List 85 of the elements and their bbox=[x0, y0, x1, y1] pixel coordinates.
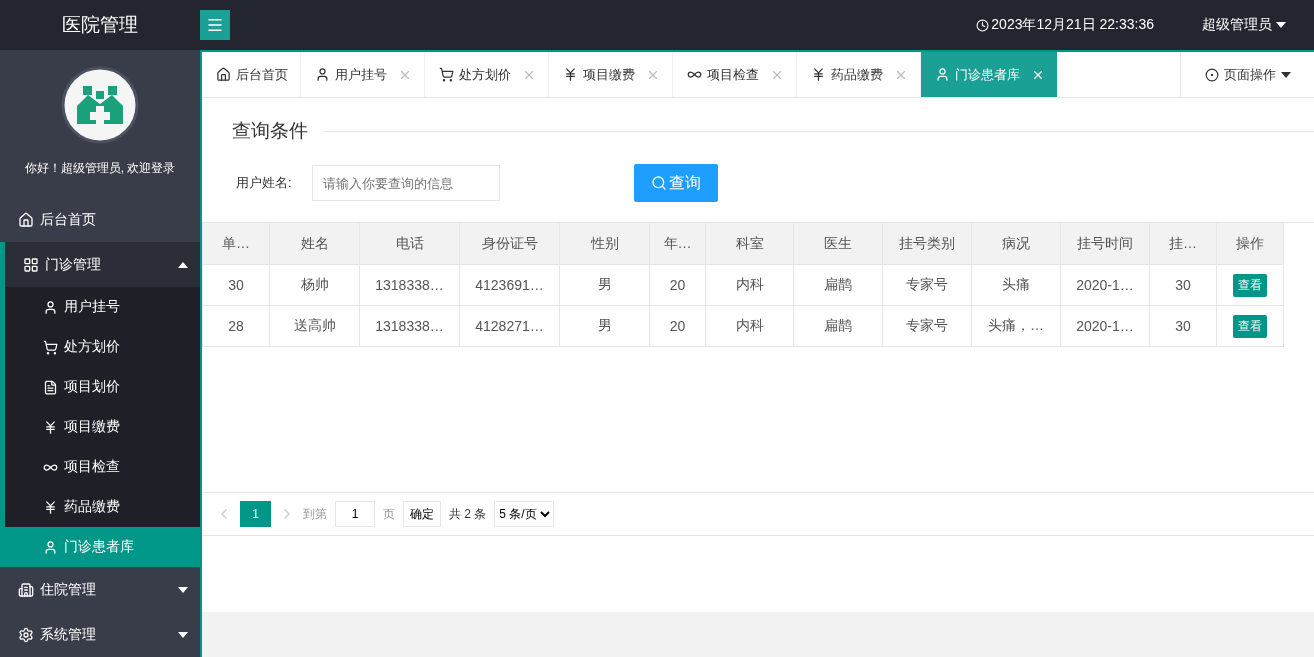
column-header: 挂号时间 bbox=[1060, 223, 1150, 265]
column-header: 挂… bbox=[1149, 223, 1217, 265]
menu-button[interactable] bbox=[200, 10, 230, 40]
cart-icon bbox=[439, 67, 454, 82]
table-cell: 内科 bbox=[705, 305, 794, 347]
user-icon bbox=[43, 539, 58, 555]
page-input[interactable]: 1 bbox=[335, 501, 375, 527]
user-menu[interactable]: 超级管理员 bbox=[1196, 15, 1292, 35]
table-cell: 30 bbox=[1149, 305, 1217, 347]
table-cell: 20 bbox=[649, 264, 706, 306]
yen-icon bbox=[563, 67, 578, 82]
table-cell: 头痛，… bbox=[971, 305, 1061, 347]
column-header: 姓名 bbox=[269, 223, 360, 265]
table-cell: 男 bbox=[559, 264, 650, 306]
clock-icon bbox=[976, 18, 990, 32]
datetime: 2023年12月21日 22:33:36 bbox=[976, 16, 1154, 34]
home-icon bbox=[18, 211, 34, 228]
column-header: 医生 bbox=[793, 223, 883, 265]
column-header: 科室 bbox=[705, 223, 794, 265]
table-cell: 扁鹊 bbox=[793, 305, 883, 347]
table-cell: 30 bbox=[1149, 264, 1217, 306]
column-header: 电话 bbox=[359, 223, 460, 265]
view-button[interactable]: 查看 bbox=[1233, 314, 1267, 338]
caret-icon bbox=[1276, 22, 1286, 28]
sidebar-item[interactable]: 后台首页 bbox=[0, 197, 200, 242]
cart-icon bbox=[43, 339, 58, 355]
column-header: 年… bbox=[649, 223, 706, 265]
table-cell: 1318338… bbox=[359, 264, 460, 306]
table-cell: 内科 bbox=[705, 264, 794, 306]
total-count: 共 2 条 bbox=[449, 505, 487, 523]
yen-icon bbox=[43, 499, 58, 515]
table-cell: 男 bbox=[559, 305, 650, 347]
field-label: 用户姓名: bbox=[236, 174, 293, 192]
caret-icon bbox=[1280, 71, 1291, 78]
table-cell: 28 bbox=[202, 305, 270, 347]
sidebar-item[interactable]: 门诊患者库 bbox=[5, 527, 200, 567]
building-icon bbox=[18, 581, 34, 598]
radio-icon bbox=[1204, 67, 1219, 82]
column-header: 身份证号 bbox=[459, 223, 560, 265]
table-cell: 头痛 bbox=[971, 264, 1061, 306]
page-button[interactable]: 1 bbox=[240, 501, 271, 527]
yen-icon bbox=[811, 67, 826, 82]
page-size-select[interactable]: 5 条/页 bbox=[494, 501, 555, 527]
table-cell: 杨帅 bbox=[269, 264, 360, 306]
user-icon bbox=[935, 67, 950, 82]
confirm-button[interactable]: 确定 bbox=[403, 501, 441, 527]
table-cell: 2020-1… bbox=[1060, 264, 1150, 306]
view-button[interactable]: 查看 bbox=[1233, 273, 1267, 297]
table-cell: 专家号 bbox=[882, 305, 972, 347]
hospital-logo-icon bbox=[61, 66, 139, 144]
app-title: 医院管理 bbox=[61, 13, 139, 37]
column-header: 病况 bbox=[971, 223, 1061, 265]
sidebar-group[interactable]: 住院管理 bbox=[0, 567, 200, 612]
search-icon bbox=[651, 175, 667, 191]
section-title: 查询条件 bbox=[231, 119, 309, 143]
column-header: 挂号类别 bbox=[882, 223, 972, 265]
sidebar-group[interactable]: 系统管理 bbox=[0, 612, 200, 657]
menu-icon bbox=[206, 16, 224, 34]
table-cell: 扁鹊 bbox=[793, 264, 883, 306]
home-icon bbox=[216, 67, 231, 82]
document-icon bbox=[43, 379, 58, 395]
grid-icon bbox=[23, 256, 39, 273]
table-cell: 专家号 bbox=[882, 264, 972, 306]
greeting-text: 你好！超级管理员, 欢迎登录 bbox=[23, 160, 177, 177]
sidebar-group[interactable]: 门诊管理 bbox=[0, 242, 200, 287]
settings-icon bbox=[18, 626, 34, 643]
table-cell: 送高帅 bbox=[269, 305, 360, 347]
column-header: 性别 bbox=[559, 223, 650, 265]
caret-icon bbox=[178, 586, 188, 593]
column-header: 单… bbox=[202, 223, 270, 265]
table-cell: 1318338… bbox=[359, 305, 460, 347]
user-icon bbox=[43, 299, 58, 315]
table-cell: 4128271… bbox=[459, 305, 560, 347]
table-cell: 30 bbox=[202, 264, 270, 306]
yen-icon bbox=[43, 419, 58, 435]
table-cell: 4123691… bbox=[459, 264, 560, 306]
caret-icon bbox=[178, 261, 188, 268]
caret-icon bbox=[178, 631, 188, 638]
search-field[interactable]: 请输入你要查询的信息 bbox=[312, 165, 500, 201]
column-header: 操作 bbox=[1216, 223, 1284, 265]
table-cell: 20 bbox=[649, 305, 706, 347]
user-icon bbox=[315, 67, 330, 82]
goto-label: 到第 bbox=[303, 505, 327, 523]
table-cell: 2020-1… bbox=[1060, 305, 1150, 347]
page-unit-label: 页 bbox=[383, 505, 395, 523]
